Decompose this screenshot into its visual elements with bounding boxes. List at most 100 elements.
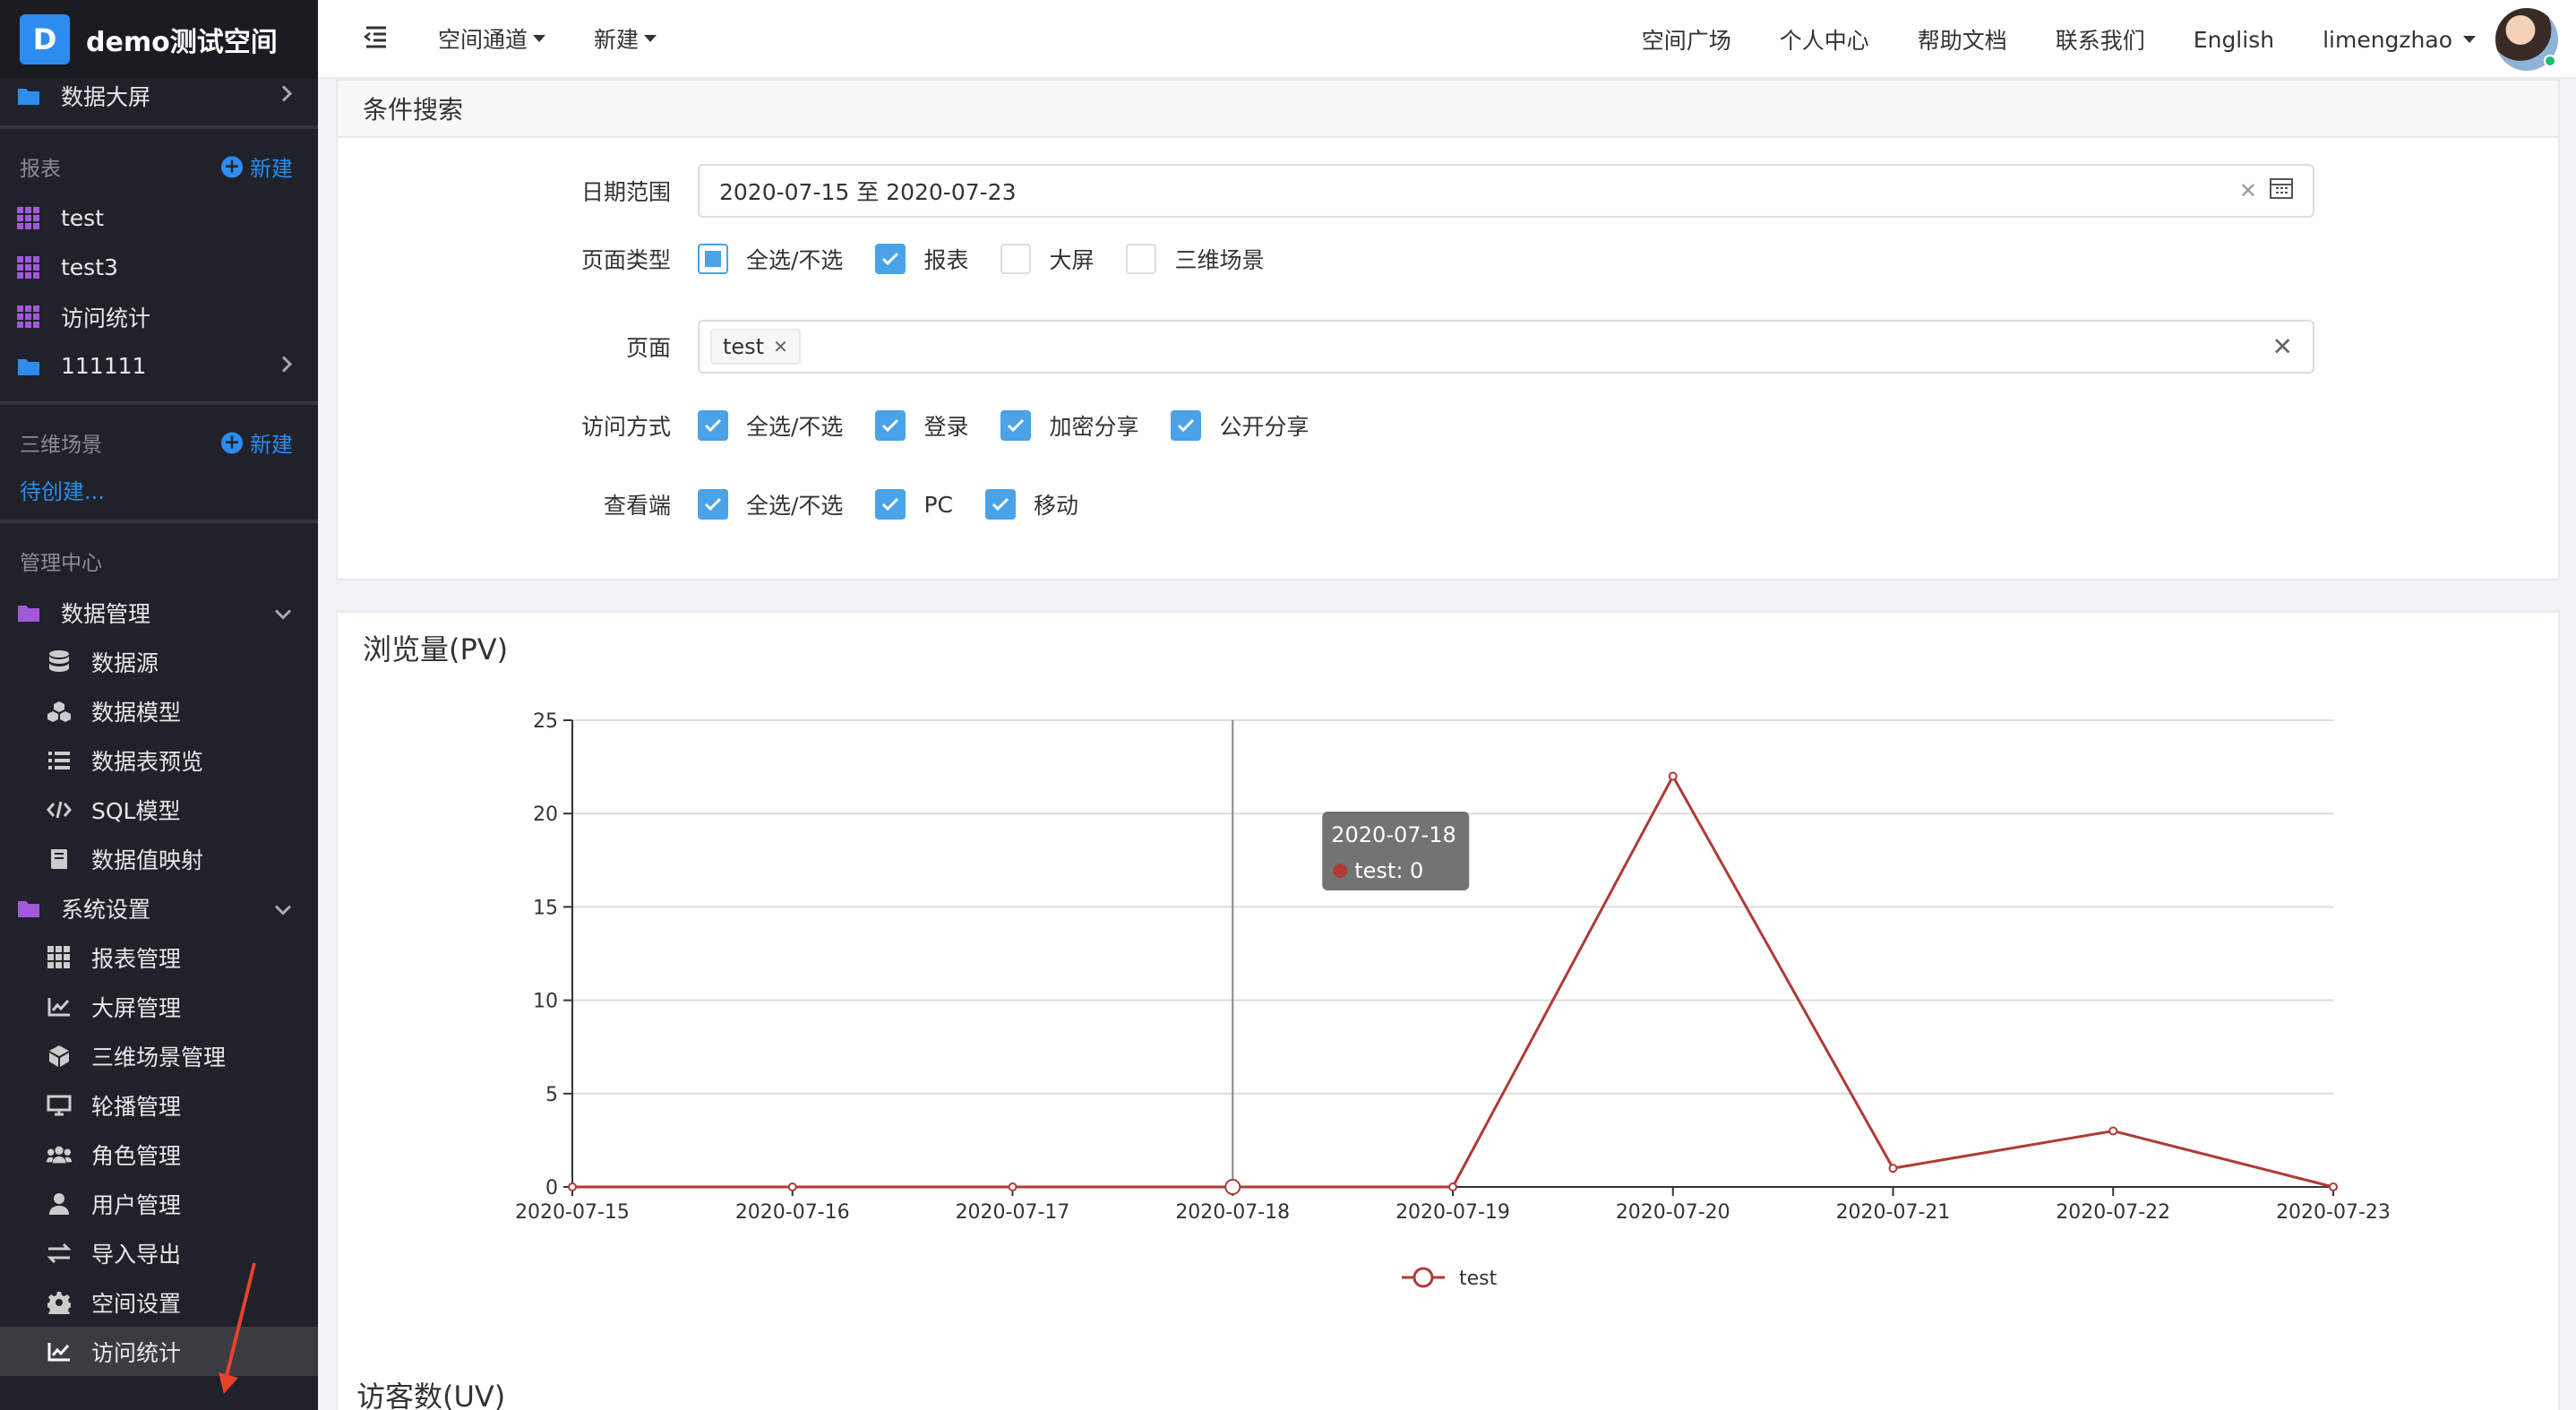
sidebar-item-report-management[interactable]: 报表管理	[0, 933, 318, 982]
pending-create-link[interactable]: 待创建...	[0, 469, 318, 509]
brand[interactable]: D demo测试空间	[0, 0, 318, 79]
checkbox-unchecked-icon[interactable]	[1000, 244, 1032, 274]
menu-collapse-icon[interactable]	[363, 25, 390, 52]
folder-icon	[16, 600, 41, 625]
sidebar-item-report-test3[interactable]: test3	[0, 243, 318, 292]
sidebar-item-dashboard-management[interactable]: 大屏管理	[0, 982, 318, 1031]
sidebar-item-system-settings[interactable]: 系统设置	[0, 883, 318, 933]
brand-name: demo测试空间	[86, 27, 278, 58]
checkbox-checked-icon[interactable]	[875, 410, 906, 441]
checkbox-option[interactable]: PC	[875, 488, 953, 520]
x-tick-label: 2020-07-19	[1395, 1201, 1510, 1224]
user-dropdown[interactable]: limengzhao	[2323, 27, 2476, 53]
x-tick-label: 2020-07-17	[956, 1201, 1070, 1224]
date-range-value: 2020-07-15 至 2020-07-23	[719, 179, 1017, 205]
chevron-right-icon	[280, 83, 293, 109]
checkbox-option[interactable]: 移动	[984, 488, 1078, 520]
checkbox-label: 大屏	[1049, 247, 1095, 273]
sidebar-item-carousel-management[interactable]: 轮播管理	[0, 1080, 318, 1130]
sidebar-item-label: 角色管理	[91, 1142, 182, 1169]
data-point	[1668, 771, 1678, 781]
checkbox-option[interactable]: 全选/不选	[698, 488, 843, 520]
page-type-checkbox-group: 全选/不选 报表 大屏 三维场景	[698, 243, 1264, 275]
sidebar-item-data-management[interactable]: 数据管理	[0, 588, 318, 637]
checkbox-option[interactable]: 报表	[875, 243, 968, 275]
sidebar-item-label: 111111	[61, 353, 147, 379]
space-channel-dropdown[interactable]: 空间通道	[438, 22, 546, 55]
sidebar-item-visit-statistics[interactable]: 访问统计	[0, 1327, 318, 1376]
sidebar-item-value-mapping[interactable]: 数据值映射	[0, 834, 318, 883]
tooltip-value: test: 0	[1354, 858, 1423, 883]
link-space-square[interactable]: 空间广场	[1642, 23, 1731, 56]
close-icon[interactable]: ✕	[773, 336, 788, 357]
page-label: 页面	[625, 335, 671, 361]
sidebar-item-sql-model[interactable]: SQL模型	[0, 785, 318, 834]
section-title-text: 报表	[20, 158, 61, 181]
sidebar-item-label: 用户管理	[91, 1191, 182, 1218]
database-icon	[47, 649, 72, 675]
link-help-docs[interactable]: 帮助文档	[1918, 23, 2007, 56]
x-tick-label: 2020-07-21	[1836, 1201, 1951, 1224]
legend-label: test	[1459, 1268, 1498, 1290]
checkbox-option[interactable]: 全选/不选	[698, 243, 843, 275]
checkbox-option[interactable]: 全选/不选	[698, 409, 843, 442]
checkbox-checked-icon[interactable]	[875, 489, 906, 520]
date-range-row: 日期范围 2020-07-15 至 2020-07-23 ✕	[338, 164, 2314, 218]
sidebar-item-data-model[interactable]: 数据模型	[0, 686, 318, 735]
sidebar-item-user-management[interactable]: 用户管理	[0, 1179, 318, 1228]
checkbox-indeterminate-icon[interactable]	[698, 244, 728, 274]
sidebar-item-data-source[interactable]: 数据源	[0, 637, 318, 686]
sidebar-item-report-visit-stats[interactable]: 访问统计	[0, 292, 318, 341]
link-contact-us[interactable]: 联系我们	[2056, 23, 2145, 56]
calendar-icon[interactable]	[2270, 177, 2293, 204]
checkbox-option[interactable]: 登录	[875, 409, 968, 442]
viewer-label: 查看端	[603, 493, 671, 519]
link-personal-center[interactable]: 个人中心	[1780, 23, 1869, 56]
sidebar-item-label: 数据管理	[61, 600, 151, 627]
sidebar-item-dashboard-folder[interactable]: 数据大屏	[0, 77, 318, 115]
dropdown-label: 空间通道	[438, 27, 528, 53]
new-dropdown[interactable]: 新建	[594, 22, 657, 55]
new-scene-button[interactable]: + 新建	[221, 427, 293, 459]
section-title-text: 三维场景	[20, 434, 102, 457]
sidebar-item-table-preview[interactable]: 数据表预览	[0, 735, 318, 785]
new-report-button[interactable]: + 新建	[221, 151, 293, 183]
clear-icon[interactable]: ✕	[2272, 332, 2293, 362]
user-icon	[47, 1191, 72, 1217]
checkbox-checked-icon[interactable]	[875, 244, 906, 274]
panel-title: 条件搜索	[338, 81, 2558, 138]
plus-icon: +	[221, 432, 243, 453]
checkbox-option[interactable]: 加密分享	[1000, 409, 1138, 442]
checkbox-unchecked-icon[interactable]	[1126, 244, 1157, 274]
users-icon	[47, 1142, 72, 1167]
sidebar-item-report-test[interactable]: test	[0, 193, 318, 243]
link-language[interactable]: English	[2194, 27, 2274, 53]
clear-icon[interactable]: ✕	[2239, 178, 2257, 203]
checkbox-checked-icon[interactable]	[698, 410, 728, 441]
section-title-admin: 管理中心	[20, 552, 102, 575]
y-tick-label: 25	[533, 710, 558, 733]
checkbox-checked-icon[interactable]	[698, 489, 728, 520]
online-status-dot	[2544, 55, 2556, 67]
date-range-input[interactable]: 2020-07-15 至 2020-07-23 ✕	[698, 164, 2314, 218]
checkbox-label: 移动	[1033, 493, 1078, 519]
checkbox-option[interactable]: 三维场景	[1126, 243, 1264, 275]
checkbox-checked-icon[interactable]	[1000, 410, 1032, 441]
checkbox-checked-icon[interactable]	[984, 489, 1016, 520]
sidebar-item-label: 数据源	[91, 649, 159, 676]
new-label: 新建	[250, 432, 293, 458]
checkbox-option[interactable]: 公开分享	[1171, 409, 1309, 442]
page-type-row: 页面类型 全选/不选 报表 大屏 三维场景	[338, 239, 1264, 279]
sidebar-item-3d-scene-management[interactable]: 三维场景管理	[0, 1031, 318, 1080]
page-select[interactable]: test ✕ ✕	[698, 320, 2314, 374]
sidebar-item-import-export[interactable]: 导入导出	[0, 1228, 318, 1277]
avatar[interactable]	[2495, 8, 2558, 71]
checkbox-option[interactable]: 大屏	[1000, 243, 1094, 275]
search-panel: 条件搜索 日期范围 2020-07-15 至 2020-07-23 ✕ 页面类型…	[336, 79, 2560, 580]
page-tag[interactable]: test ✕	[710, 329, 801, 365]
sidebar-item-role-management[interactable]: 角色管理	[0, 1130, 318, 1179]
tooltip-category: 2020-07-18	[1331, 822, 1455, 847]
checkbox-checked-icon[interactable]	[1171, 410, 1202, 441]
sidebar-item-folder-111111[interactable]: 111111	[0, 341, 318, 391]
sidebar-item-space-settings[interactable]: 空间设置	[0, 1277, 318, 1327]
